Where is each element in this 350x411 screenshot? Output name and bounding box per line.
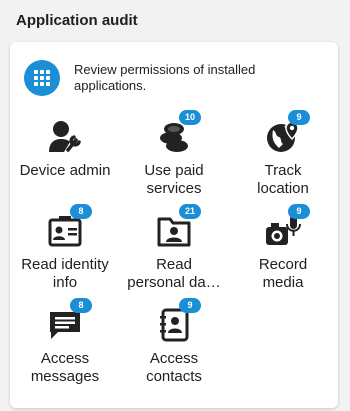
- intro-line-2: applications.: [74, 78, 147, 93]
- tile-label-1: Use paid: [144, 162, 204, 179]
- badge-count: 8: [70, 298, 92, 313]
- contacts-book-icon: 9: [155, 298, 201, 344]
- camera-mic-icon: 9: [264, 204, 310, 250]
- tile-label-2: location: [257, 180, 309, 197]
- tile-label-1: Track: [264, 162, 302, 179]
- tile-label-2: services: [146, 180, 202, 197]
- message-icon: 8: [46, 298, 92, 344]
- badge-count: 9: [288, 204, 310, 219]
- tile-label-2: messages: [30, 368, 100, 385]
- badge-count: 21: [179, 204, 201, 219]
- audit-card: Review permissions of installed applicat…: [10, 42, 338, 408]
- tile-label-2: personal da…: [127, 274, 221, 291]
- tile-label-2: info: [52, 274, 78, 291]
- badge-count: 10: [179, 110, 201, 125]
- intro-text: Review permissions of installed applicat…: [74, 62, 255, 94]
- badge-count: 9: [288, 110, 310, 125]
- badge-count: 9: [179, 298, 201, 313]
- device-admin-icon: [46, 118, 84, 156]
- tile-label-1: Access: [40, 350, 90, 367]
- badge-count: 8: [70, 204, 92, 219]
- intro-line-1: Review permissions of installed: [74, 62, 256, 77]
- intro-banner: Review permissions of installed applicat…: [24, 56, 324, 100]
- tile-label-1: Access: [149, 350, 199, 367]
- apps-grid-icon: [24, 60, 60, 96]
- tile-label-1: Read: [156, 256, 192, 273]
- tile-label-1: Read identity: [21, 256, 109, 273]
- page-title: Application audit: [16, 12, 138, 29]
- globe-location-icon: 9: [264, 110, 310, 156]
- tile-label-1: Record: [258, 256, 308, 273]
- tile-label-2: contacts: [146, 368, 202, 385]
- id-card-icon: 8: [46, 204, 92, 250]
- tile-label-1: Device admin: [19, 162, 111, 179]
- tile-label-2: media: [262, 274, 304, 291]
- coins-icon: 10: [155, 110, 201, 156]
- personal-folder-icon: 21: [155, 204, 201, 250]
